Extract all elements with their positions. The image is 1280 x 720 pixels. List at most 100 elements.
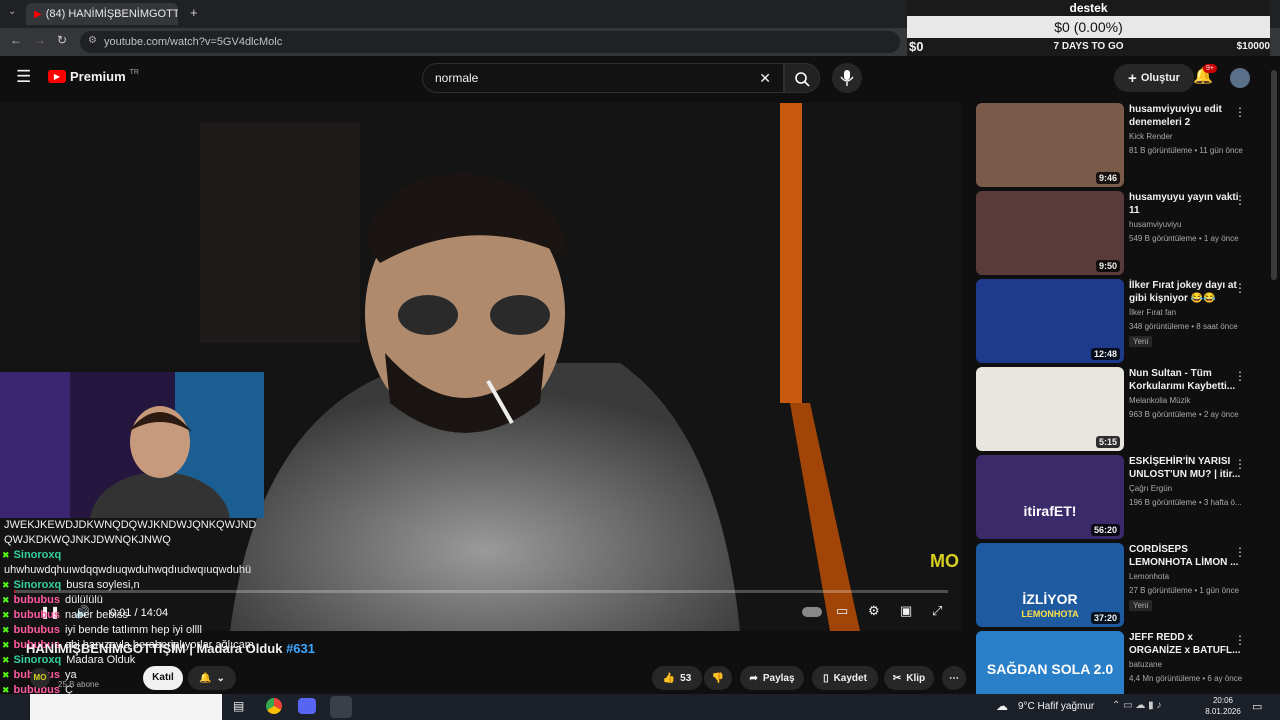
recommendation-item[interactable]: 5:15 Nun Sultan - Tüm Korkularımı Kaybett…: [976, 367, 1266, 451]
bookmark-icon: ▯: [823, 672, 829, 684]
fullscreen-icon[interactable]: ⤢: [932, 603, 942, 619]
chat-username: Sinoroxq: [13, 579, 62, 591]
miniplayer-icon[interactable]: ▣: [900, 603, 912, 619]
recommendation-channel[interactable]: Çağrı Ergün: [1129, 484, 1172, 493]
url-field[interactable]: ⚙ youtube.com/watch?v=5GV4dlcMolc: [80, 31, 900, 53]
recommendation-meta: 963 B görüntüleme • 2 ay önce: [1129, 410, 1239, 419]
save-button[interactable]: ▯ Kaydet: [812, 666, 878, 690]
youtube-logo[interactable]: ▶ Premium TR: [48, 69, 139, 84]
recommendation-thumbnail[interactable]: 9:50: [976, 191, 1124, 275]
more-options-icon[interactable]: ⋮: [1234, 457, 1246, 471]
chat-line: JWEKJKEWDJDKWNQDQWJKNDWJQNKQWJND: [2, 518, 282, 533]
recommendation-item[interactable]: 9:46 husamviyuviyu edit denemeleri 2 Kick …: [976, 103, 1266, 187]
notification-center-icon[interactable]: ▭: [1252, 700, 1262, 713]
youtube-play-logo-icon: ▶: [48, 70, 66, 83]
chat-username: bububus: [13, 609, 60, 621]
chat-username: bububus: [13, 624, 60, 636]
weather-text[interactable]: 9°C Hafif yağmur: [1018, 701, 1094, 712]
tab-list-icon[interactable]: ⌄: [8, 6, 16, 17]
recommendation-channel[interactable]: Melankolia Müzik: [1129, 396, 1190, 405]
recommendation-thumbnail[interactable]: İZLİYOR LEMONHOTA 37:20: [976, 543, 1124, 627]
subscribed-button[interactable]: 🔔 ⌄: [188, 666, 236, 690]
discord-taskbar-icon[interactable]: [298, 698, 316, 714]
voice-search-button[interactable]: [832, 63, 862, 93]
more-options-icon[interactable]: ⋮: [1234, 193, 1246, 207]
recommendation-title: husamyuyu yayın vakti 11: [1129, 192, 1239, 216]
recommendation-title: husamviyuviyu edit denemeleri 2: [1129, 104, 1222, 128]
taskbar-search-box[interactable]: [30, 694, 222, 720]
youtube-header: ☰ ▶ Premium TR normale ✕ + Oluştur 🔔 9+: [0, 56, 1280, 100]
recommendation-channel[interactable]: batuzane: [1129, 660, 1162, 669]
new-tab-icon[interactable]: +: [190, 5, 198, 20]
recommendation-thumbnail[interactable]: 9:46: [976, 103, 1124, 187]
more-options-icon[interactable]: ⋮: [1234, 105, 1246, 119]
forward-icon[interactable]: →: [34, 33, 46, 47]
join-button[interactable]: Katıl: [143, 666, 183, 690]
chevron-down-icon: ⌄: [216, 672, 225, 684]
browser-tab[interactable]: ▶ (84) HANİMİŞBENİMGOTTİŞ ✕: [26, 3, 178, 25]
back-icon[interactable]: ←: [10, 33, 22, 47]
site-info-icon[interactable]: ⚙: [88, 35, 97, 46]
search-button[interactable]: [784, 63, 820, 93]
recommendation-item[interactable]: 9:50 husamyuyu yayın vakti 11 husamviyuviy…: [976, 191, 1266, 275]
share-button[interactable]: ➦ Paylaş: [740, 666, 804, 690]
recommendation-channel[interactable]: İlker Fırat fan: [1129, 308, 1176, 317]
chat-line: ✖ Sinoroxq: [2, 548, 282, 563]
autoplay-toggle[interactable]: [802, 607, 822, 617]
clock-time[interactable]: 20:06: [1203, 696, 1243, 705]
subtitles-icon[interactable]: ▭: [836, 603, 848, 619]
menu-icon[interactable]: ☰: [16, 67, 31, 87]
obs-taskbar-icon[interactable]: [330, 696, 352, 718]
save-label: Kaydet: [833, 672, 867, 684]
recommendation-thumbnail[interactable]: 12:48: [976, 279, 1124, 363]
chat-line: ✖ bububus dülülülü: [2, 593, 282, 608]
clip-button[interactable]: ✂ Klip: [884, 666, 934, 690]
subscriber-count: 25 B abone: [58, 680, 99, 689]
avatar[interactable]: [1230, 68, 1250, 88]
recommendation-title: Nun Sultan - Tüm Korkularımı Kaybetti...: [1129, 368, 1236, 392]
settings-gear-icon[interactable]: ⚙: [868, 603, 880, 619]
recommendation-meta: 196 B görüntüleme • 3 hafta ö...: [1129, 498, 1242, 507]
tab-title: (84) HANİMİŞBENİMGOTTİŞ: [45, 8, 178, 20]
recommendation-item[interactable]: İZLİYOR LEMONHOTA 37:20 CORDİSEPS LEMONHOTA…: [976, 543, 1266, 627]
chat-line: ✖ bububus naber bebiss: [2, 608, 282, 623]
more-options-icon[interactable]: ⋮: [1234, 281, 1246, 295]
recommendation-channel[interactable]: Kick Render: [1129, 132, 1173, 141]
recommendation-channel[interactable]: husamviyuviyu: [1129, 220, 1181, 229]
page-scrollbar[interactable]: [1271, 70, 1277, 280]
recommendation-meta: 27 B görüntüleme • 1 gün önce: [1129, 586, 1239, 595]
donation-progress-bar: $0 (0.00%): [907, 16, 1270, 38]
recommendation-item[interactable]: itirafET! 56:20 ESKİŞEHİR'İN YARISI UNLOST…: [976, 455, 1266, 539]
task-view-icon[interactable]: ▤: [233, 699, 244, 713]
like-button[interactable]: 👍 53: [652, 666, 702, 690]
more-options-icon[interactable]: ⋮: [1234, 633, 1246, 647]
chat-message: iyi bende tatlımm hep iyi ollll: [64, 624, 202, 636]
search-input[interactable]: normale ✕: [422, 63, 784, 93]
share-label: Paylaş: [762, 672, 795, 684]
kick-badge-icon: ✖: [2, 640, 10, 650]
reload-icon[interactable]: ↻: [57, 33, 67, 47]
recommendation-channel[interactable]: Lemonhota: [1129, 572, 1169, 581]
more-options-icon[interactable]: ⋮: [1234, 545, 1246, 559]
more-icon: ⋯: [949, 672, 959, 684]
kick-badge-icon: ✖: [2, 550, 10, 560]
more-options-icon[interactable]: ⋮: [1234, 369, 1246, 383]
create-button[interactable]: + Oluştur: [1114, 64, 1194, 92]
chrome-taskbar-icon[interactable]: [266, 698, 282, 714]
recommendation-meta: 81 B görüntüleme • 11 gün önce: [1129, 146, 1243, 155]
chat-line: QWJKDKWQJNKJDWNQKJNWQ: [2, 533, 282, 548]
clear-search-icon[interactable]: ✕: [759, 64, 771, 92]
clock-date[interactable]: 8.01.2026: [1203, 707, 1243, 716]
recommendation-thumbnail[interactable]: 5:15: [976, 367, 1124, 451]
like-count: 53: [680, 672, 692, 684]
recommendation-thumbnail[interactable]: itirafET! 56:20: [976, 455, 1124, 539]
channel-avatar[interactable]: MO: [30, 668, 50, 688]
more-actions-button[interactable]: ⋯: [942, 666, 966, 690]
video-hashtag[interactable]: #631: [286, 641, 315, 656]
dislike-button[interactable]: 👎: [704, 666, 732, 690]
new-badge: Yeni: [1129, 600, 1153, 611]
recommendation-item[interactable]: 12:48 İlker Fırat jokey dayı at gibi kişn…: [976, 279, 1266, 363]
share-icon: ➦: [749, 672, 758, 684]
video-duration: 9:50: [1095, 260, 1120, 272]
tray-icons[interactable]: ⌃ ▭ ☁ ▮ ♪: [1112, 700, 1161, 711]
